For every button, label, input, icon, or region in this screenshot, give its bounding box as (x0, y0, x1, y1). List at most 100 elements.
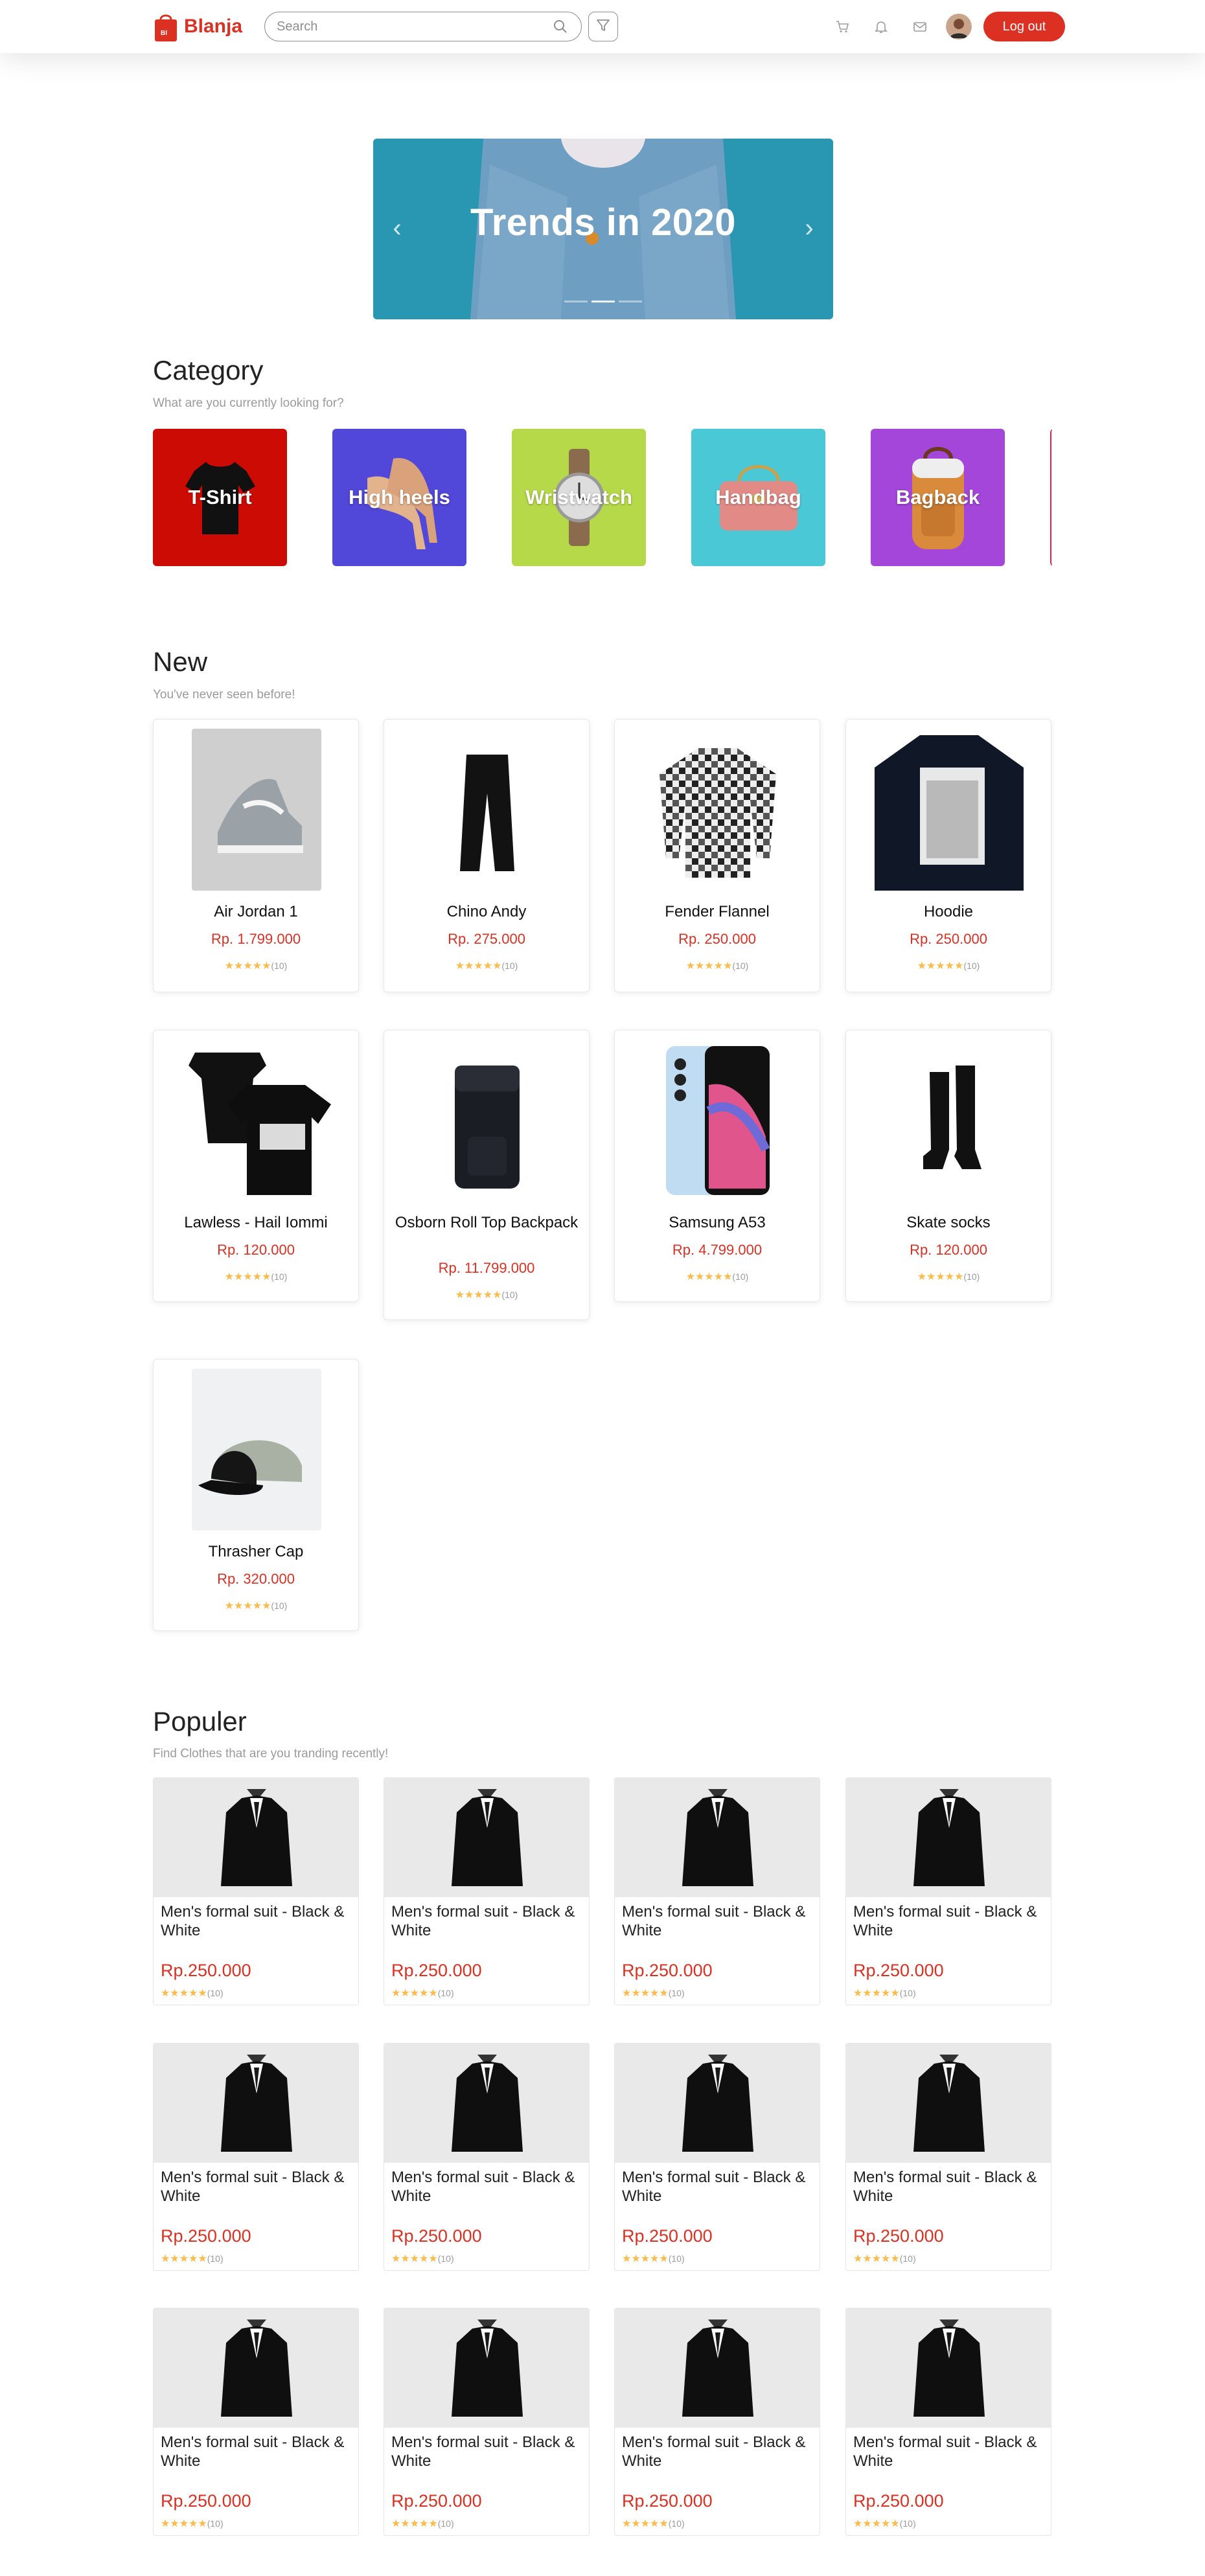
star-icon: ★★★★★ (391, 2518, 438, 2529)
navbar-inner: Bl Blanja Search Log out (153, 0, 1065, 53)
flannel-shirt-image (653, 729, 783, 891)
product-name: Skate socks (906, 1214, 991, 1231)
star-icon: ★★★★★ (917, 961, 964, 972)
star-icon: ★★★★★ (161, 1988, 207, 1999)
avatar[interactable] (946, 14, 972, 40)
chevron-right-icon[interactable]: › (799, 214, 819, 242)
product-name: Men's formal suit - Black & White (853, 1903, 1037, 1939)
bell-icon[interactable] (862, 14, 901, 40)
popular-product-card[interactable]: Men's formal suit - Black & White Rp.250.… (153, 2043, 359, 2271)
product-price: Rp. 120.000 (217, 1242, 295, 1258)
suit-image (913, 2320, 985, 2417)
product-price: Rp. 320.000 (217, 1571, 295, 1587)
navbar-actions: Log out (823, 12, 1065, 41)
chevron-left-icon[interactable]: ‹ (387, 214, 407, 242)
product-rating: ★★★★★(10) (391, 2517, 454, 2530)
star-icon: ★★★★★ (161, 2253, 207, 2264)
product-card[interactable]: Hoodie Rp. 250.000 ★★★★★(10) (845, 719, 1051, 992)
product-price: Rp. 1.799.000 (211, 931, 301, 947)
product-name: Men's formal suit - Black & White (391, 2169, 575, 2205)
product-card[interactable]: Air Jordan 1 Rp. 1.799.000 ★★★★★(10) (153, 719, 359, 992)
product-price: Rp.250.000 (853, 1961, 944, 1980)
category-card-tshirt[interactable]: T-Shirt (153, 429, 287, 566)
suit-image (452, 1789, 523, 1886)
brand-logo[interactable]: Bl Blanja (153, 10, 242, 43)
navbar: Bl Blanja Search Log out (0, 0, 1205, 53)
product-rating: ★★★★★(10) (853, 2252, 916, 2265)
rating-count: (10) (501, 961, 518, 971)
product-name: Men's formal suit - Black & White (622, 2434, 806, 2470)
product-card[interactable]: Lawless - Hail Iommi Rp. 120.000 ★★★★★(1… (153, 1030, 359, 1302)
category-card-next[interactable] (1050, 429, 1052, 566)
product-name: Osborn Roll Top Backpack (395, 1214, 579, 1231)
new-title: New (153, 646, 208, 677)
product-price: Rp. 4.799.000 (672, 1242, 763, 1258)
rating-count: (10) (899, 2518, 916, 2529)
popular-product-card[interactable]: Men's formal suit - Black & White Rp.250.… (845, 1777, 1051, 2005)
product-price: Rp. 250.000 (678, 931, 756, 947)
product-card[interactable]: Fender Flannel Rp. 250.000 ★★★★★(10) (614, 719, 820, 992)
product-card[interactable]: Skate socks Rp. 120.000 ★★★★★(10) (845, 1030, 1051, 1302)
star-icon: ★★★★★ (455, 1290, 502, 1301)
backpack-image (422, 1040, 552, 1202)
product-card[interactable]: Osborn Roll Top Backpack Rp. 11.799.000 … (384, 1030, 590, 1320)
brand-name: Blanja (184, 16, 243, 37)
product-name: Men's formal suit - Black & White (161, 1903, 345, 1939)
product-image (846, 2044, 1051, 2163)
product-name: Samsung A53 (669, 1214, 766, 1231)
search-input[interactable] (277, 19, 552, 34)
search-icon[interactable] (551, 17, 569, 36)
product-card[interactable]: Thrasher Cap Rp. 320.000 ★★★★★(10) (153, 1359, 359, 1631)
product-name: Men's formal suit - Black & White (161, 2169, 345, 2205)
carousel-dot[interactable] (591, 301, 615, 302)
category-card-high-heels[interactable]: High heels (332, 429, 466, 566)
product-image (615, 2308, 820, 2428)
star-icon: ★★★★★ (685, 961, 733, 972)
category-carousel: T-Shirt High heels Wristwatch Handbag Ba… (153, 429, 1052, 566)
popular-product-card[interactable]: Men's formal suit - Black & White Rp.250.… (614, 2308, 820, 2536)
rating-count: (10) (732, 961, 749, 971)
rating-count: (10) (271, 1271, 288, 1282)
category-label: T-Shirt (188, 486, 252, 508)
star-icon: ★★★★★ (853, 1988, 900, 1999)
category-card-handbag[interactable]: Handbag (691, 429, 825, 566)
product-card[interactable]: Chino Andy Rp. 275.000 ★★★★★(10) (384, 719, 590, 992)
carousel-dot[interactable] (564, 301, 588, 302)
star-icon: ★★★★★ (622, 2518, 669, 2529)
tshirt-image (176, 1040, 338, 1202)
category-card-bagback[interactable]: Bagback (871, 429, 1005, 566)
star-icon: ★★★★★ (917, 1271, 964, 1282)
product-name: Chino Andy (446, 903, 527, 920)
popular-product-card[interactable]: Men's formal suit - Black & White Rp.250.… (384, 2043, 590, 2271)
product-rating: ★★★★★(10) (384, 1288, 589, 1301)
rating-count: (10) (437, 1988, 454, 1998)
rating-count: (10) (668, 2253, 685, 2264)
popular-product-card[interactable]: Men's formal suit - Black & White Rp.250.… (384, 1777, 590, 2005)
carousel-dot[interactable] (619, 301, 642, 302)
popular-product-card[interactable]: Men's formal suit - Black & White Rp.250.… (384, 2308, 590, 2536)
star-icon: ★★★★★ (455, 961, 502, 972)
mail-icon[interactable] (901, 14, 939, 40)
product-price: Rp.250.000 (622, 2491, 713, 2511)
product-name: Men's formal suit - Black & White (161, 2434, 345, 2470)
popular-product-card[interactable]: Men's formal suit - Black & White Rp.250.… (614, 1777, 820, 2005)
filter-button[interactable] (588, 12, 619, 41)
product-price: Rp.250.000 (853, 2491, 944, 2511)
product-price: Rp. 120.000 (910, 1242, 987, 1258)
popular-product-card[interactable]: Men's formal suit - Black & White Rp.250.… (153, 2308, 359, 2536)
sneaker-image (192, 729, 321, 891)
product-price: Rp. 11.799.000 (438, 1260, 535, 1276)
popular-product-card[interactable]: Men's formal suit - Black & White Rp.250.… (845, 2043, 1051, 2271)
suit-image (221, 1789, 292, 1886)
product-image (154, 1778, 358, 1897)
star-icon: ★★★★★ (224, 961, 271, 972)
popular-product-card[interactable]: Men's formal suit - Black & White Rp.250.… (614, 2043, 820, 2271)
logout-button[interactable]: Log out (983, 12, 1065, 41)
category-card-wristwatch[interactable]: Wristwatch (512, 429, 646, 566)
cart-icon[interactable] (823, 14, 862, 40)
product-card[interactable]: Samsung A53 Rp. 4.799.000 ★★★★★(10) (614, 1030, 820, 1302)
popular-product-card[interactable]: Men's formal suit - Black & White Rp.250.… (153, 1777, 359, 2005)
popular-product-card[interactable]: Men's formal suit - Black & White Rp.250.… (845, 2308, 1051, 2536)
star-icon: ★★★★★ (622, 1988, 669, 1999)
product-rating: ★★★★★(10) (154, 959, 358, 972)
